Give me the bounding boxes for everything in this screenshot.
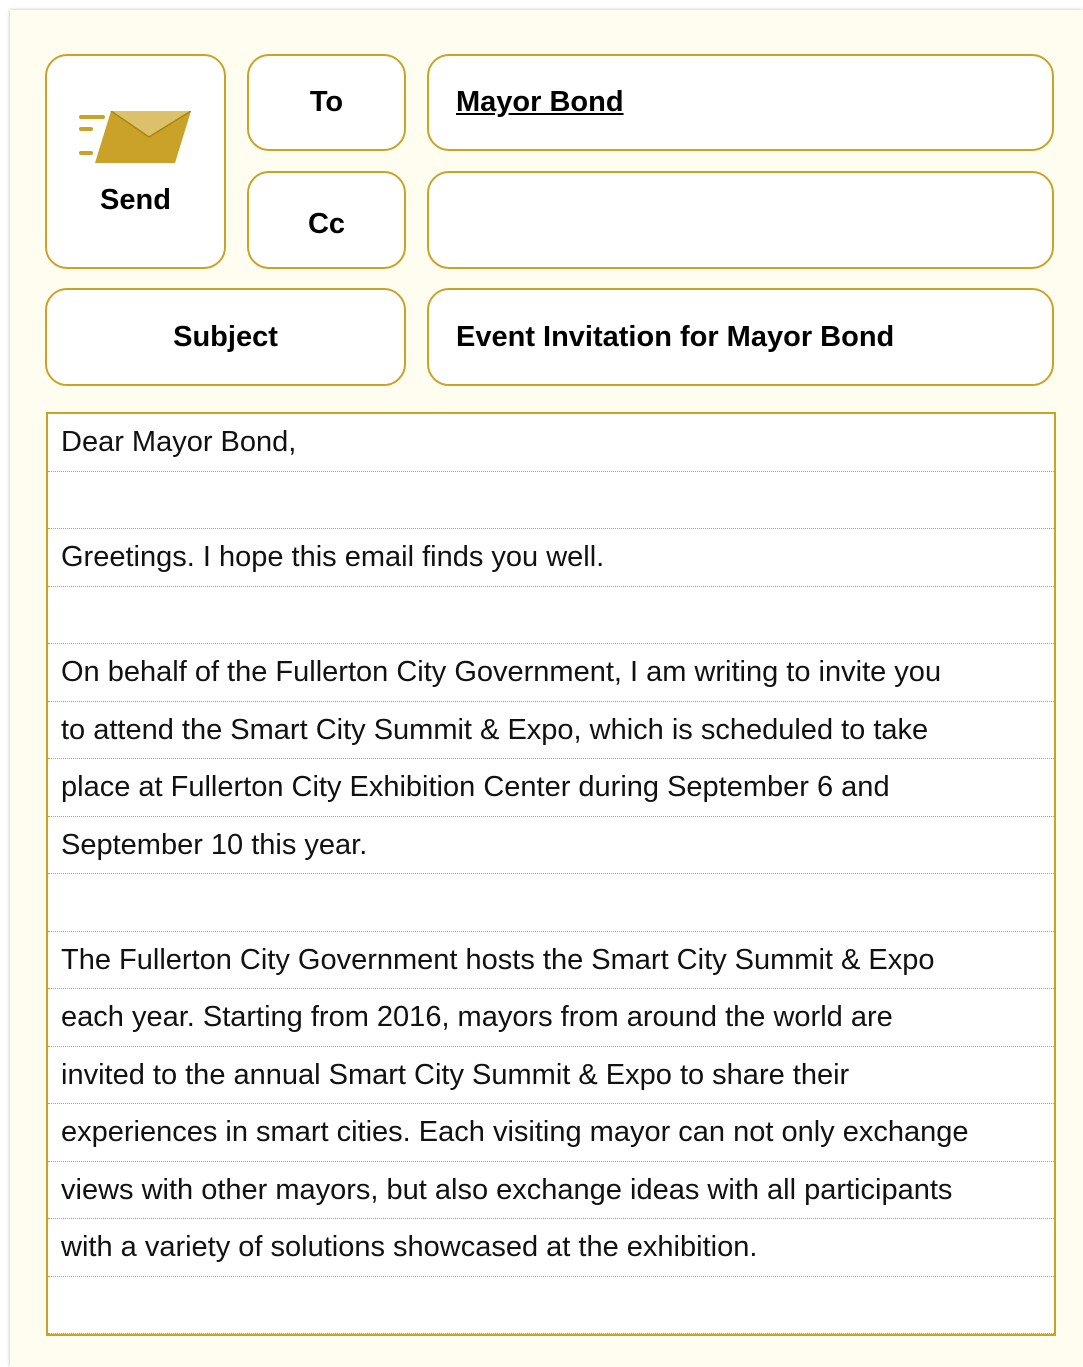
to-field[interactable]: Mayor Bond (427, 54, 1054, 151)
body-line: views with other mayors, but also exchan… (48, 1162, 1054, 1219)
to-recipient[interactable]: Mayor Bond (456, 86, 624, 119)
cc-label: Cc (247, 171, 406, 269)
body-line (48, 1277, 1054, 1334)
body-line (48, 587, 1054, 644)
body-line: with a variety of solutions showcased at… (48, 1219, 1054, 1277)
body-line (48, 472, 1054, 529)
body-line: On behalf of the Fullerton City Governme… (48, 644, 1054, 702)
body-line: The Fullerton City Government hosts the … (48, 932, 1054, 989)
subject-label: Subject (45, 288, 406, 386)
email-compose-window: Send To Mayor Bond Cc Subject Event Invi… (10, 10, 1083, 1367)
send-envelope-icon (79, 111, 191, 163)
body-line: place at Fullerton City Exhibition Cente… (48, 759, 1054, 817)
send-button[interactable]: Send (45, 54, 226, 269)
subject-field[interactable]: Event Invitation for Mayor Bond (427, 288, 1054, 386)
body-line: Dear Mayor Bond, (48, 414, 1054, 472)
body-line: each year. Starting from 2016, mayors fr… (48, 989, 1054, 1047)
message-body[interactable]: Dear Mayor Bond, Greetings. I hope this … (46, 412, 1056, 1336)
body-line: to attend the Smart City Summit & Expo, … (48, 702, 1054, 759)
body-line (48, 874, 1054, 932)
send-label: Send (100, 184, 171, 216)
body-line: September 10 this year. (48, 817, 1054, 874)
cc-field[interactable] (427, 171, 1054, 269)
body-line: invited to the annual Smart City Summit … (48, 1047, 1054, 1104)
to-label: To (247, 54, 406, 151)
body-line: Greetings. I hope this email finds you w… (48, 529, 1054, 587)
body-line: experiences in smart cities. Each visiti… (48, 1104, 1054, 1162)
